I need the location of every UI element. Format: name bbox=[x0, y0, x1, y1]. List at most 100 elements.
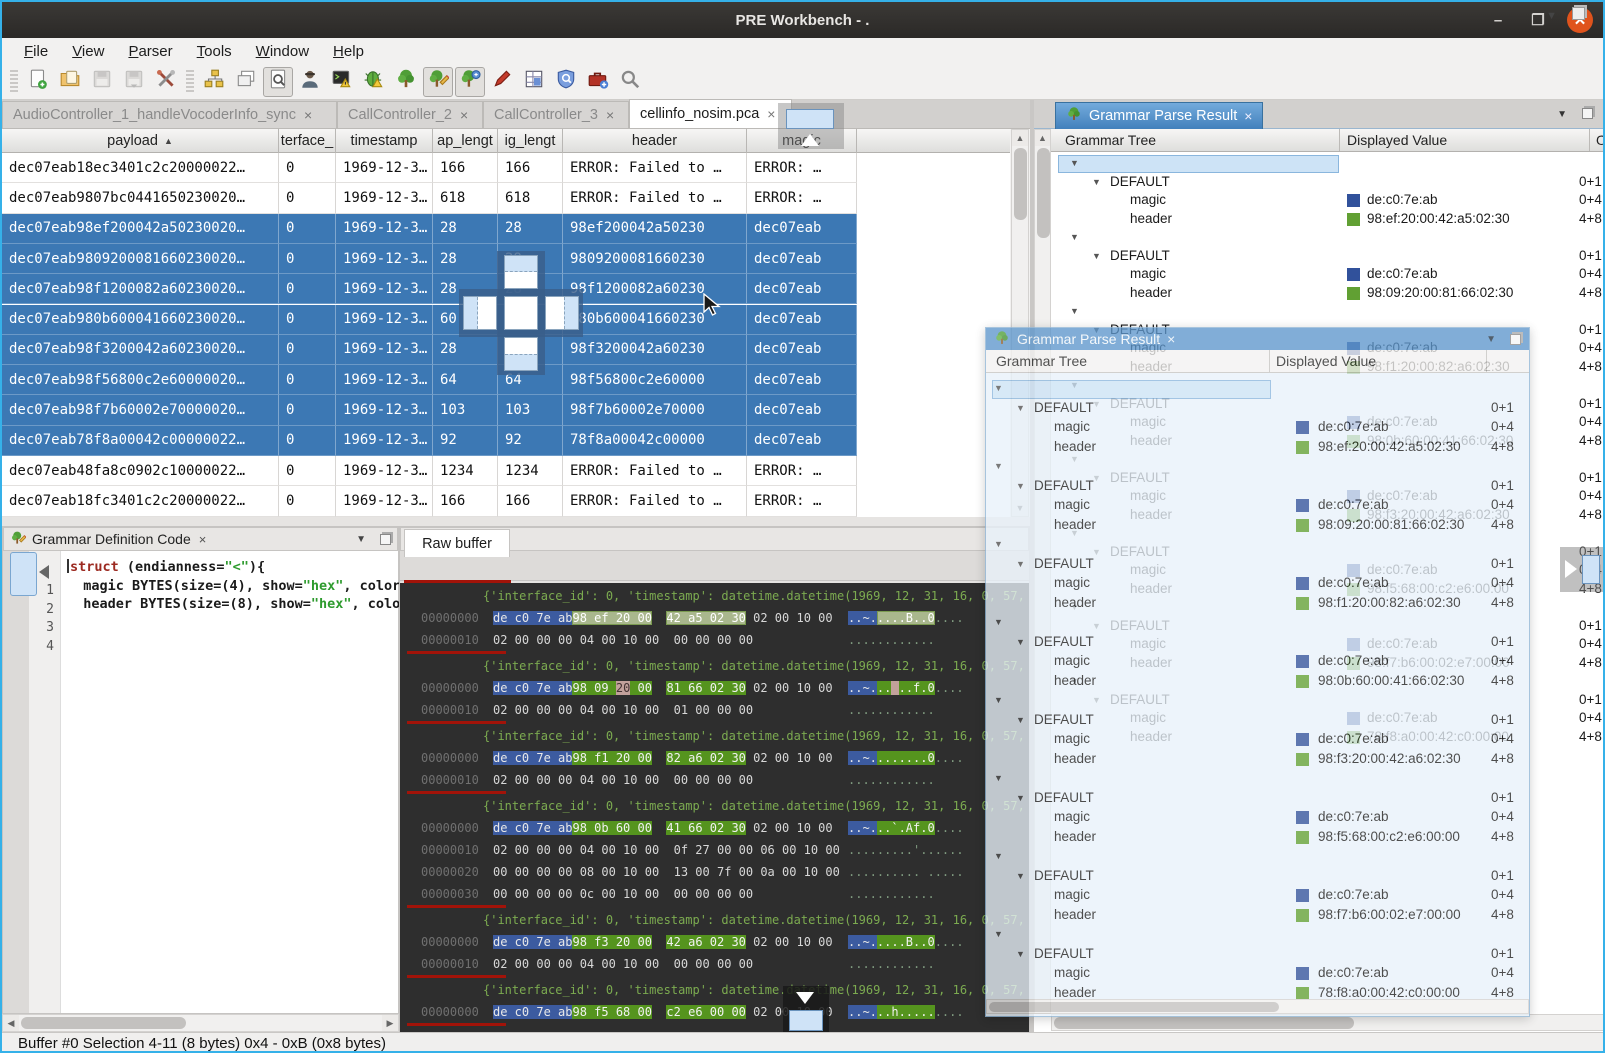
code-hscrollbar[interactable]: ◀ ▶ bbox=[2, 1014, 399, 1032]
tree-expand-icon[interactable]: ▼ bbox=[1016, 403, 1025, 413]
tab-callcontroller-2[interactable]: CallController_2× bbox=[337, 101, 483, 128]
save-button[interactable] bbox=[87, 67, 117, 97]
search-button[interactable] bbox=[615, 67, 645, 97]
close-tab-icon[interactable]: × bbox=[767, 106, 775, 122]
close-tab-icon[interactable]: × bbox=[1244, 108, 1252, 124]
close-tab-icon[interactable]: × bbox=[606, 107, 614, 123]
menu-item-parser[interactable]: Parser bbox=[116, 41, 184, 62]
table-row[interactable]: dec07eab98f1200082a60230020…01969-12-3…2… bbox=[2, 274, 857, 304]
tree-expand-icon[interactable]: ▼ bbox=[1070, 232, 1079, 242]
tree-row-magic[interactable]: magicde:c0:7e:ab0+4 bbox=[986, 731, 1531, 751]
column-header-terface[interactable]: terface_ bbox=[279, 129, 336, 153]
table-row[interactable]: dec07eab9809200081660230020…01969-12-3…2… bbox=[2, 244, 857, 274]
tree-row-root[interactable]: ▼ bbox=[986, 770, 1531, 790]
user-agent-button[interactable] bbox=[295, 67, 325, 97]
table-row[interactable]: dec07eab98ef200042a50230020…01969-12-3…2… bbox=[2, 214, 857, 244]
tree-row-default[interactable]: ▼DEFAULT0+1 bbox=[986, 556, 1531, 576]
close-panel-icon[interactable]: × bbox=[199, 532, 207, 547]
toolbox-button[interactable] bbox=[583, 67, 613, 97]
menu-item-tools[interactable]: Tools bbox=[185, 41, 244, 62]
tree-expand-icon[interactable]: ▼ bbox=[994, 383, 1003, 393]
tree-row-default[interactable]: ▼DEFAULT0+1 bbox=[986, 478, 1531, 498]
tree-row-magic[interactable]: magicde:c0:7e:ab0+4 bbox=[986, 575, 1531, 595]
hex-bytes-row[interactable]: 02 00 00 00 04 00 10 00 00 00 00 00 bbox=[493, 953, 753, 975]
panel-hscrollbar-thumb[interactable] bbox=[1054, 1017, 1354, 1029]
tree-row-header[interactable]: header98:0b:60:00:41:66:02:304+8 bbox=[986, 673, 1531, 693]
tree-expand-icon[interactable]: ▼ bbox=[1070, 306, 1079, 316]
tree-row-header[interactable]: header98:ef:20:00:42:a5:02:304+8 bbox=[1034, 211, 1605, 230]
hex-bytes-row[interactable]: 00 00 00 00 0c 00 10 00 00 00 00 00 bbox=[493, 883, 753, 905]
grammar-tree-button[interactable] bbox=[391, 67, 421, 97]
table-row[interactable]: dec07eab980b600041660230020…01969-12-3…6… bbox=[2, 305, 857, 335]
tab-cellinfo-nosim-pca[interactable]: cellinfo_nosim.pca× bbox=[629, 99, 792, 128]
open-file-button[interactable] bbox=[55, 67, 85, 97]
tree-row-root[interactable]: ▼ bbox=[986, 536, 1531, 556]
tree-row-header[interactable]: header98:f1:20:00:82:a6:02:304+8 bbox=[986, 595, 1531, 615]
close-tab-icon[interactable]: × bbox=[304, 107, 312, 123]
tree-row-magic[interactable]: magicde:c0:7e:ab0+4 bbox=[1034, 192, 1605, 211]
tree-row-default[interactable]: ▼DEFAULT0+1 bbox=[986, 946, 1531, 966]
panel-vscrollbar-thumb[interactable] bbox=[1037, 148, 1050, 238]
table-scrollbar-thumb[interactable] bbox=[1014, 148, 1027, 220]
scroll-right-icon[interactable]: ▶ bbox=[382, 1015, 398, 1031]
menu-item-help[interactable]: Help bbox=[321, 41, 376, 62]
panel-menu-icon[interactable]: ▼ bbox=[1557, 109, 1567, 120]
hex-bytes-row[interactable]: de c0 7e ab98 f3 20 00 42 a6 02 30 02 00… bbox=[493, 931, 833, 953]
tree-row-magic[interactable]: magicde:c0:7e:ab0+4 bbox=[986, 965, 1531, 985]
tree-expand-icon[interactable]: ▼ bbox=[994, 929, 1003, 939]
tree-row-default[interactable]: ▼DEFAULT0+1 bbox=[986, 400, 1531, 420]
scroll-up-icon[interactable]: ▲ bbox=[1012, 130, 1028, 146]
console-warning-button[interactable] bbox=[327, 67, 357, 97]
save-as-button[interactable] bbox=[119, 67, 149, 97]
hex-bytes-row[interactable]: de c0 7e ab98 ef 20 00 42 a5 02 30 02 00… bbox=[493, 607, 833, 629]
close-tab-icon[interactable]: × bbox=[460, 107, 468, 123]
tree-expand-icon[interactable]: ▼ bbox=[1016, 637, 1025, 647]
tree-row-magic[interactable]: magicde:c0:7e:ab0+4 bbox=[986, 887, 1531, 907]
tree-row-root[interactable]: ▼ bbox=[986, 614, 1531, 634]
tree-expand-icon[interactable]: ▼ bbox=[1016, 481, 1025, 491]
tree-expand-icon[interactable]: ▼ bbox=[1092, 177, 1101, 187]
table-row[interactable]: dec07eab98f3200042a60230020…01969-12-3…2… bbox=[2, 335, 857, 365]
hex-bytes-row[interactable]: de c0 7e ab98 0b 60 00 41 66 02 30 02 00… bbox=[493, 817, 833, 839]
tree-expand-icon[interactable]: ▼ bbox=[994, 461, 1003, 471]
tree-row-root[interactable]: ▼ bbox=[1034, 303, 1605, 322]
tree-row-default[interactable]: ▼DEFAULT0+1 bbox=[1034, 248, 1605, 267]
tree-row-magic[interactable]: magicde:c0:7e:ab0+4 bbox=[986, 497, 1531, 517]
tree-row-header[interactable]: header98:f5:68:00:c2:e6:00:004+8 bbox=[986, 829, 1531, 849]
panel-menu-icon[interactable]: ▼ bbox=[1486, 334, 1496, 345]
minimize-button[interactable]: – bbox=[1487, 12, 1509, 29]
cascade-windows-button[interactable] bbox=[231, 67, 261, 97]
menu-item-file[interactable]: File bbox=[12, 41, 60, 62]
scroll-up-icon[interactable]: ▲ bbox=[1035, 130, 1050, 146]
tree-expand-icon[interactable]: ▼ bbox=[994, 695, 1003, 705]
tree-row-root[interactable]: ▼ bbox=[986, 848, 1531, 868]
hex-bytes-row[interactable]: de c0 7e ab98 f1 20 00 82 a6 02 30 02 00… bbox=[493, 747, 833, 769]
table-row[interactable]: dec07eab18fc3401c2c20000022…01969-12-3…1… bbox=[2, 486, 857, 516]
panel-hscrollbar[interactable] bbox=[986, 999, 1529, 1014]
tree-row-default[interactable]: ▼DEFAULT0+1 bbox=[986, 790, 1531, 810]
marker-pen-button[interactable] bbox=[487, 67, 517, 97]
close-tab-icon[interactable]: × bbox=[1167, 331, 1175, 347]
tree-row-magic[interactable]: magicde:c0:7e:ab0+4 bbox=[986, 419, 1531, 439]
hierarchy-button[interactable] bbox=[199, 67, 229, 97]
column-header-timestamp[interactable]: timestamp bbox=[336, 129, 433, 153]
tree-expand-icon[interactable]: ▼ bbox=[994, 617, 1003, 627]
hex-bytes-row[interactable]: 00 00 00 00 08 00 10 00 13 00 7f 00 0a 0… bbox=[493, 861, 840, 883]
zoom-view-button[interactable] bbox=[263, 67, 293, 97]
column-header-iglengt[interactable]: ig_lengt bbox=[498, 129, 563, 153]
tree-row-root[interactable]: ▼ bbox=[1034, 229, 1605, 248]
tab-detach-icon[interactable] bbox=[1572, 7, 1585, 20]
tree-expand-icon[interactable]: ▼ bbox=[1016, 793, 1025, 803]
tree-expand-icon[interactable]: ▼ bbox=[1016, 559, 1025, 569]
tab-callcontroller-3[interactable]: CallController_3× bbox=[483, 101, 629, 128]
tab-list-dropdown[interactable]: ▼ bbox=[1546, 10, 1557, 22]
hex-bytes-row[interactable]: de c0 7e ab98 09 20 00 81 66 02 30 02 00… bbox=[493, 677, 833, 699]
settings-tools-button[interactable] bbox=[151, 67, 181, 97]
menu-item-window[interactable]: Window bbox=[244, 41, 321, 62]
tree-row-magic[interactable]: magicde:c0:7e:ab0+4 bbox=[986, 653, 1531, 673]
tab-grammar-parse-result[interactable]: Grammar Parse Result × bbox=[1055, 102, 1263, 129]
tree-expand-icon[interactable]: ▼ bbox=[1092, 251, 1101, 261]
tree-row-header[interactable]: header98:09:20:00:81:66:02:304+8 bbox=[986, 517, 1531, 537]
tree-row-default[interactable]: ▼DEFAULT0+1 bbox=[986, 868, 1531, 888]
table-row[interactable]: dec07eab98f7b60002e70000020…01969-12-3…1… bbox=[2, 395, 857, 425]
